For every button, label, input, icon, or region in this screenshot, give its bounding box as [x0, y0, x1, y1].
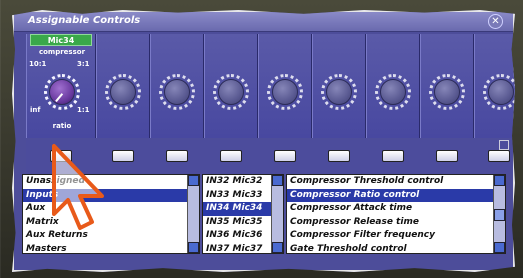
resize-corner[interactable]	[499, 140, 509, 150]
list-item[interactable]: Compressor Filter frequency	[287, 229, 505, 243]
range-label-bottom-right: 1:1	[77, 106, 90, 114]
assignable-knob[interactable]	[218, 79, 244, 105]
channel-list[interactable]: IN32 Mic32 IN33 Mic33 IN34 Mic34 IN35 Mi…	[202, 174, 284, 254]
assignable-knob[interactable]	[272, 79, 298, 105]
control-strip-5	[258, 34, 312, 138]
scroll-up-button[interactable]	[188, 175, 199, 186]
ratio-knob[interactable]	[49, 79, 75, 105]
scroll-down-button[interactable]	[272, 242, 283, 253]
category-scrollbar[interactable]	[187, 175, 199, 253]
list-item[interactable]: Gate Threshold control	[287, 243, 505, 254]
list-item[interactable]: Compressor Ratio control	[287, 188, 505, 202]
control-list[interactable]: Compressor Threshold control Compressor …	[286, 174, 506, 254]
list-item[interactable]: Compressor Attack time	[287, 202, 505, 216]
control-strip-1: Mic34 compressor 10:1 3:1 inf 1:1 ratio	[26, 34, 96, 138]
scroll-up-button[interactable]	[272, 175, 283, 186]
scroll-down-button[interactable]	[494, 242, 505, 253]
control-strips: Mic34 compressor 10:1 3:1 inf 1:1 ratio	[26, 34, 515, 138]
scroll-up-button[interactable]	[494, 175, 505, 186]
scroll-down-button[interactable]	[188, 242, 199, 253]
control-strip-6	[312, 34, 366, 138]
assignable-knob[interactable]	[326, 79, 352, 105]
assign-button-6[interactable]	[328, 150, 350, 162]
channel-label: Mic34	[30, 34, 92, 46]
control-strip-8	[420, 34, 474, 138]
title-bar[interactable]: Assignable Controls ✕	[14, 12, 513, 32]
parameter-footer: ratio	[52, 122, 72, 130]
assignable-knob[interactable]	[434, 79, 460, 105]
assignable-knob[interactable]	[110, 79, 136, 105]
close-button[interactable]: ✕	[488, 14, 503, 29]
assign-button-5[interactable]	[274, 150, 296, 162]
range-label-bottom-left: inf	[30, 106, 41, 114]
range-label-top-left: 10:1	[29, 60, 47, 68]
control-strip-3	[150, 34, 204, 138]
control-scrollbar[interactable]	[493, 175, 505, 253]
assign-button-3[interactable]	[166, 150, 188, 162]
control-strip-4	[204, 34, 258, 138]
assign-button-4[interactable]	[220, 150, 242, 162]
range-label-top-right: 3:1	[77, 60, 90, 68]
list-item[interactable]: Compressor Release time	[287, 216, 505, 230]
channel-scrollbar[interactable]	[271, 175, 283, 253]
window-title: Assignable Controls	[28, 15, 141, 26]
assignable-knob[interactable]	[488, 79, 514, 105]
parameter-name: compressor	[38, 48, 86, 56]
assign-button-8[interactable]	[436, 150, 458, 162]
control-strip-7	[366, 34, 420, 138]
assignable-knob[interactable]	[380, 79, 406, 105]
knob-pointer	[55, 93, 64, 103]
assign-button-7[interactable]	[382, 150, 404, 162]
list-item[interactable]: Compressor Threshold control	[287, 175, 505, 189]
list-item[interactable]: Masters	[23, 243, 199, 254]
assign-button-9[interactable]	[488, 150, 510, 162]
control-strip-2	[96, 34, 150, 138]
scroll-thumb[interactable]	[494, 209, 505, 221]
assignable-knob[interactable]	[164, 79, 190, 105]
cursor-arrow-icon	[52, 144, 104, 230]
